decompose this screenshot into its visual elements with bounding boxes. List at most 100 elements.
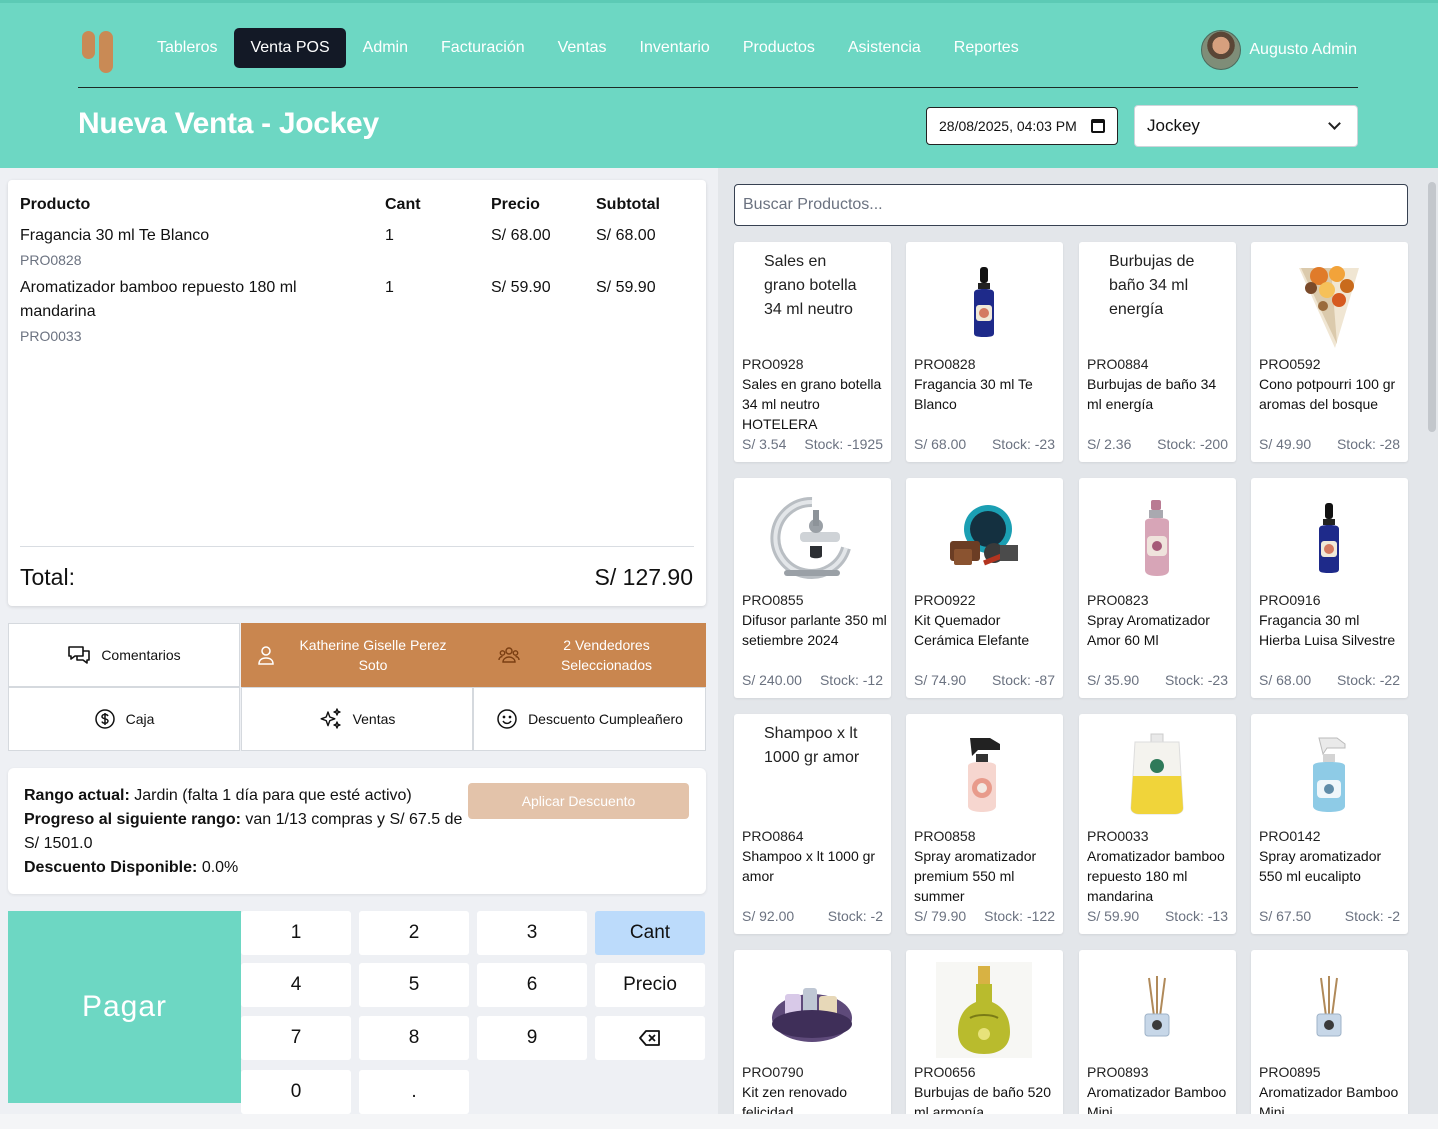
page-title: Nueva Venta - Jockey (78, 107, 379, 140)
nav-item-venta-pos[interactable]: Venta POS (234, 28, 346, 68)
cart-item-price[interactable]: S/ 59.90 (491, 276, 551, 300)
apply-discount-button[interactable]: Aplicar Descuento (468, 783, 689, 819)
cart-item-price[interactable]: S/ 68.00 (491, 224, 551, 248)
sparkles-icon (319, 708, 343, 730)
birthday-discount-button[interactable]: Descuento Cumpleañero (473, 687, 706, 751)
progress-label: Progreso al siguiente rango: (24, 811, 241, 828)
burner-kit-icon (934, 488, 1034, 588)
datetime-value: 28/08/2025, 04:03 PM (939, 118, 1077, 134)
sales-button[interactable]: Ventas (241, 687, 473, 751)
product-card[interactable]: Shampoo x lt 1000 gr amor PRO0864 Shampoo … (734, 714, 891, 934)
broken-image-icon: Sales en grano botella 34 ml neutro (764, 253, 857, 318)
nav-item-reportes[interactable]: Reportes (938, 28, 1035, 68)
calendar-icon[interactable] (1091, 119, 1105, 133)
app-logo[interactable] (82, 31, 114, 73)
product-name: Spray aromatizador premium 550 ml summer (914, 848, 1037, 904)
product-card[interactable]: PRO0855 Difusor parlante 350 ml setiembre… (734, 478, 891, 698)
cart-item-sku: PRO0828 (20, 252, 82, 268)
datetime-input[interactable]: 28/08/2025, 04:03 PM (926, 107, 1118, 145)
cart-item-name: Aromatizador bamboo repuesto 180 ml mand… (20, 279, 297, 320)
product-name: Fragancia 30 ml Te Blanco (914, 376, 1033, 412)
available-discount-label: Descuento Disponible: (24, 859, 198, 876)
blue-spray-icon (1279, 724, 1379, 824)
search-input[interactable]: Buscar Productos... (734, 184, 1408, 226)
nav-item-facturacion[interactable]: Facturación (425, 28, 541, 68)
cart-item-subtotal: S/ 59.90 (596, 279, 656, 296)
product-sku: PRO0656 (914, 1064, 976, 1080)
product-card[interactable]: PRO0033 Aromatizador bamboo repuesto 180 … (1079, 714, 1236, 934)
product-card[interactable]: PRO0790 Kit zen renovado felicidad (734, 950, 891, 1129)
product-card[interactable]: PRO0858 Spray aromatizador premium 550 ml… (906, 714, 1063, 934)
nav-item-admin[interactable]: Admin (347, 28, 424, 68)
product-sku: PRO0864 (742, 828, 804, 844)
cash-button[interactable]: Caja (8, 687, 240, 751)
product-card[interactable]: PRO0656 Burbujas de baño 520 ml armonía (906, 950, 1063, 1129)
keypad-qty-mode[interactable]: Cant (595, 911, 705, 955)
cart-item-qty[interactable]: 1 (385, 276, 394, 300)
user-menu[interactable]: Augusto Admin (1201, 30, 1357, 70)
keypad-decimal[interactable]: . (359, 1070, 469, 1114)
keypad-3[interactable]: 3 (477, 911, 587, 955)
broken-image-icon: Burbujas de baño 34 ml energía (1109, 253, 1195, 318)
keypad-4[interactable]: 4 (241, 963, 351, 1007)
product-meta: S/ 79.90 Stock: -122 (914, 906, 1055, 926)
product-price: S/ 2.36 (1087, 436, 1132, 452)
keypad-2[interactable]: 2 (359, 911, 469, 955)
keypad-backspace[interactable] (595, 1016, 705, 1060)
product-meta: S/ 35.90 Stock: -23 (1087, 670, 1228, 690)
product-sku: PRO0922 (914, 592, 976, 608)
nav-item-productos[interactable]: Productos (727, 28, 831, 68)
nav-item-asistencia[interactable]: Asistencia (832, 28, 937, 68)
store-value: Jockey (1147, 116, 1200, 135)
smile-icon (496, 708, 518, 730)
product-card[interactable]: PRO0922 Kit Quemador Cerámica Elefante S/ … (906, 478, 1063, 698)
product-name: Aromatizador bamboo repuesto 180 ml mand… (1087, 848, 1225, 904)
product-card[interactable]: PRO0893 Aromatizador Bamboo Mini (1079, 950, 1236, 1129)
product-card[interactable]: Burbujas de baño 34 ml energía PRO0884 Bur… (1079, 242, 1236, 462)
product-card[interactable]: PRO0592 Cono potpourri 100 gr aromas del … (1251, 242, 1408, 462)
pink-spray-icon (1107, 488, 1207, 588)
product-card[interactable]: PRO0916 Fragancia 30 ml Hierba Luisa Silv… (1251, 478, 1408, 698)
product-price: S/ 79.90 (914, 908, 967, 924)
dropper-bottle-icon (934, 252, 1034, 352)
product-sku: PRO0033 (1087, 828, 1149, 844)
nav-item-inventario[interactable]: Inventario (624, 28, 726, 68)
keypad-6[interactable]: 6 (477, 963, 587, 1007)
column-header-subtotal: Subtotal (596, 196, 660, 213)
sellers-label: 2 Vendedores Seleccionados (560, 637, 653, 673)
comments-button[interactable]: Comentarios (8, 623, 240, 687)
keypad-1[interactable]: 1 (241, 911, 351, 955)
product-sku: PRO0823 (1087, 592, 1149, 608)
cart-item-qty[interactable]: 1 (385, 224, 394, 248)
customer-button[interactable]: Katherine Giselle Perez Soto (241, 623, 473, 687)
customer-label: Katherine Giselle Perez Soto (299, 637, 447, 673)
range-label: Rango actual: (24, 787, 130, 804)
scrollbar[interactable] (1428, 182, 1436, 432)
potpourri-cone-icon (1279, 252, 1379, 352)
keypad-0[interactable]: 0 (241, 1070, 351, 1114)
nav-item-tableros[interactable]: Tableros (141, 28, 233, 68)
product-card[interactable]: PRO0895 Aromatizador Bamboo Mini (1251, 950, 1408, 1129)
product-card[interactable]: Sales en grano botella 34 ml neutro PRO09… (734, 242, 891, 462)
product-card[interactable]: PRO0823 Spray Aromatizador Amor 60 Ml S/ 3… (1079, 478, 1236, 698)
dropper-bottle-icon (1279, 488, 1379, 588)
store-select[interactable]: Jockey (1134, 105, 1358, 147)
nav-item-ventas[interactable]: Ventas (542, 28, 623, 68)
product-name: Difusor parlante 350 ml setiembre 2024 (742, 612, 887, 648)
sellers-button[interactable]: 2 Vendedores Seleccionados (473, 623, 706, 687)
keypad-9[interactable]: 9 (477, 1016, 587, 1060)
product-stock: Stock: -23 (991, 436, 1055, 452)
keypad-7[interactable]: 7 (241, 1016, 351, 1060)
product-price: S/ 3.54 (742, 436, 787, 452)
pay-button[interactable]: Pagar (8, 911, 241, 1103)
product-card[interactable]: PRO0828 Fragancia 30 ml Te Blanco S/ 68.00… (906, 242, 1063, 462)
user-name: Augusto Admin (1249, 41, 1357, 58)
product-sku: PRO0916 (1259, 592, 1321, 608)
keypad-8[interactable]: 8 (359, 1016, 469, 1060)
keypad-5[interactable]: 5 (359, 963, 469, 1007)
product-card[interactable]: PRO0142 Spray aromatizador 550 ml eucalip… (1251, 714, 1408, 934)
avatar[interactable] (1201, 30, 1242, 70)
product-stock: Stock: -28 (1336, 436, 1400, 452)
product-meta: S/ 68.00 Stock: -22 (1259, 670, 1400, 690)
keypad-price-mode[interactable]: Precio (595, 963, 705, 1007)
